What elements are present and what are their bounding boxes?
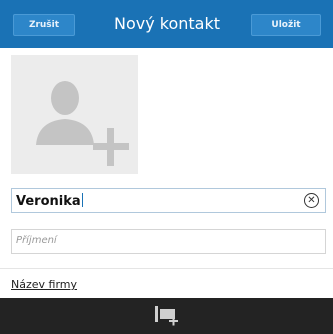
add-contact-photo-icon [36,81,129,166]
text-cursor [81,193,83,207]
last-name-placeholder: Příjmení [16,235,57,246]
bottom-action-bar [0,298,333,334]
divider [0,268,333,269]
first-name-value: Veronika [16,193,83,209]
add-contact-photo[interactable] [11,55,138,174]
save-button[interactable]: Uložit [251,14,321,36]
company-field-label[interactable]: Název firmy [11,278,77,291]
clear-field-icon[interactable]: ✕ [304,193,319,208]
title-bar: Zrušit Nový kontakt Uložit [0,0,333,48]
last-name-field[interactable]: Příjmení [11,229,326,254]
page-title: Nový kontakt [113,14,221,33]
cancel-button[interactable]: Zrušit [13,14,75,36]
first-name-field[interactable]: Veronika ✕ [11,188,326,213]
add-field-icon[interactable] [152,303,180,329]
